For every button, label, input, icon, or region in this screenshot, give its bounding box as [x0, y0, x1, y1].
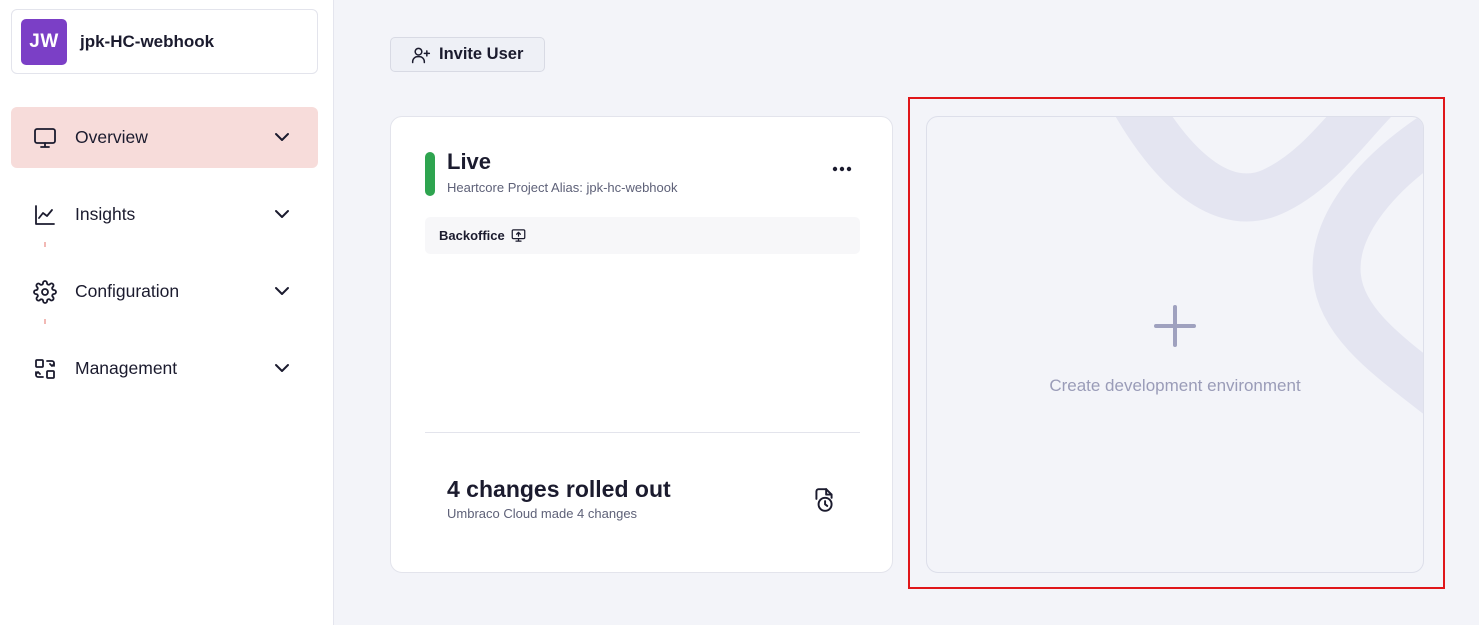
create-environment-card[interactable]: Create development environment [926, 116, 1424, 573]
more-horizontal-icon [832, 166, 852, 172]
user-plus-icon [411, 47, 431, 63]
sidebar: JW jpk-HC-webhook Overview Insights Conf… [0, 0, 334, 625]
backoffice-link[interactable]: Backoffice [425, 217, 860, 254]
status-indicator [425, 152, 435, 196]
sidebar-item-overview[interactable]: Overview [11, 107, 318, 168]
chevron-down-icon [275, 210, 289, 218]
gear-icon [33, 279, 57, 304]
environment-card-live: Live Heartcore Project Alias: jpk-hc-web… [390, 116, 893, 573]
invite-user-button[interactable]: Invite User [390, 37, 545, 72]
plus-icon [1154, 305, 1196, 347]
external-monitor-icon [511, 229, 526, 242]
backoffice-label: Backoffice [439, 228, 505, 243]
monitor-icon [33, 126, 57, 150]
sidebar-item-label: Insights [75, 204, 136, 224]
history-icon[interactable] [811, 487, 837, 513]
chevron-down-icon [275, 133, 289, 141]
invite-user-label: Invite User [439, 45, 524, 63]
changes-subtitle: Umbraco Cloud made 4 changes [447, 506, 638, 521]
chevron-down-icon [275, 287, 289, 295]
divider-dot [44, 242, 46, 247]
sidebar-item-label: Management [75, 358, 178, 378]
more-options-button[interactable] [828, 157, 856, 181]
avatar: JW [21, 18, 67, 65]
sidebar-item-label: Configuration [75, 281, 180, 301]
sidebar-item-management[interactable]: Management [11, 338, 318, 399]
environment-title: Live [447, 149, 492, 174]
divider [425, 432, 860, 433]
environment-alias: Heartcore Project Alias: jpk-hc-webhook [447, 180, 678, 195]
project-switcher[interactable]: JW jpk-HC-webhook [11, 9, 318, 74]
changes-title: 4 changes rolled out [447, 476, 671, 502]
sidebar-item-insights[interactable]: Insights [11, 184, 318, 245]
sidebar-item-label: Overview [75, 127, 148, 147]
create-environment-label: Create development environment [1049, 376, 1301, 395]
project-name: jpk-HC-webhook [80, 31, 215, 51]
divider-dot [44, 319, 46, 324]
chart-icon [33, 203, 57, 227]
chevron-down-icon [275, 364, 289, 372]
sidebar-item-configuration[interactable]: Configuration [11, 261, 318, 322]
management-icon [33, 357, 57, 381]
